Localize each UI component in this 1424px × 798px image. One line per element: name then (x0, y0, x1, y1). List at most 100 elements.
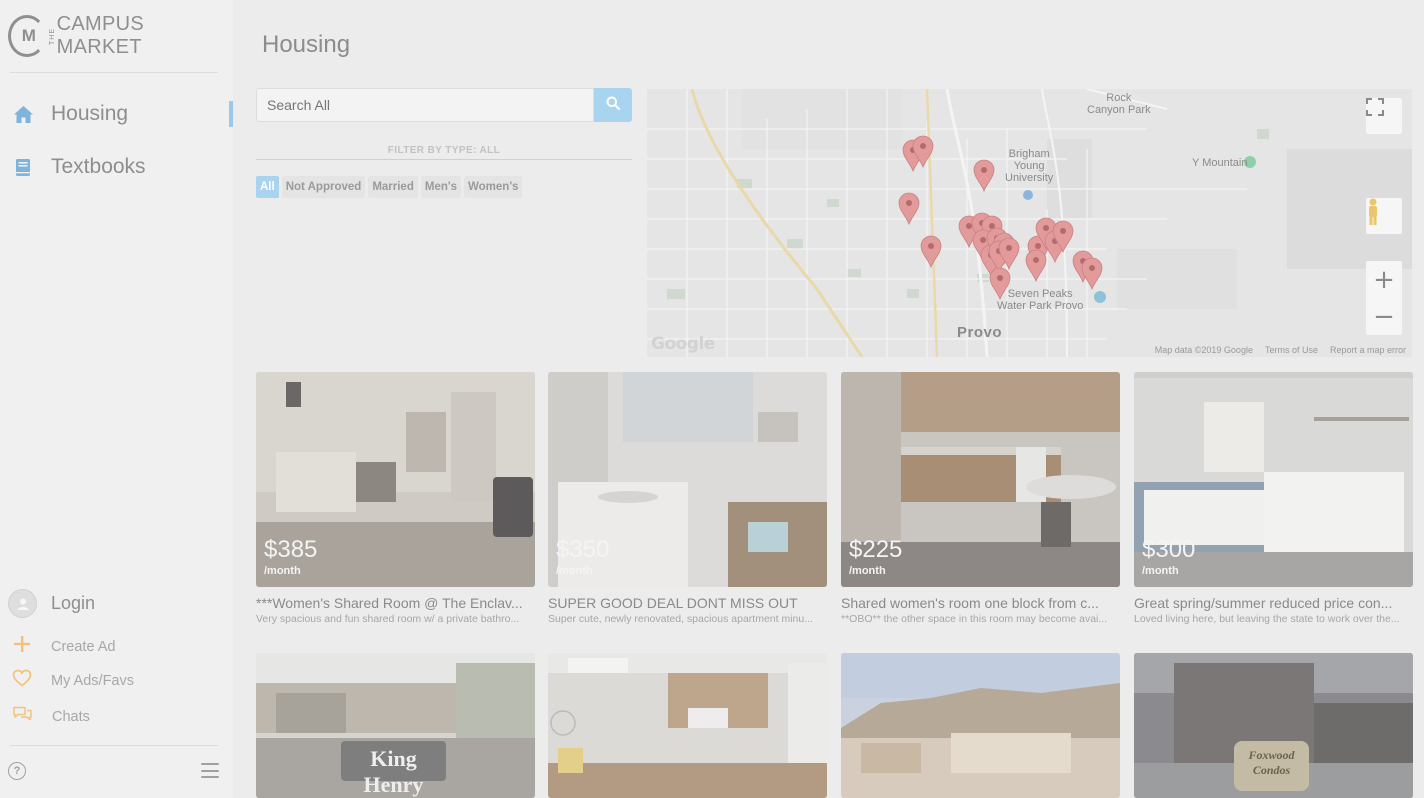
king-henry-sign: King Henry (363, 746, 424, 797)
campus-market-logo[interactable]: M THE CAMPUS MARKET (8, 13, 233, 58)
listing-title[interactable]: ***Women's Shared Room @ The Enclav... (256, 595, 535, 611)
filter-buttons: All Not Approved Married Men's Women's (256, 176, 523, 198)
listing-price: $225 (849, 536, 903, 563)
zoom-out-button[interactable]: − (1366, 298, 1402, 335)
listing-card-photo[interactable]: Foxwood Condos (1134, 653, 1413, 798)
my-ads-favs-link[interactable]: My Ads/Favs (12, 669, 134, 692)
search-input[interactable] (256, 88, 594, 122)
filter-label: FILTER BY TYPE: ALL (387, 145, 501, 156)
listings-map[interactable]: Rock Canyon Park Brigham Young Universit… (647, 89, 1412, 357)
map-label-y-mountain: Y Mountain (1192, 157, 1248, 169)
listing-price: $350 (556, 536, 610, 563)
map-footer: Map data ©2019 Google Terms of Use Repor… (1155, 345, 1406, 355)
plus-icon (12, 634, 32, 659)
foxwood-condos-sign: Foxwood Condos (1248, 748, 1295, 777)
listing-card[interactable]: $300 /month Great spring/summer reduced … (1134, 372, 1413, 625)
fullscreen-button[interactable] (1366, 98, 1402, 134)
listing-card[interactable]: $225 /month Shared women's room one bloc… (841, 372, 1120, 625)
listing-card-photo[interactable] (841, 653, 1120, 798)
help-icon[interactable]: ? (8, 762, 26, 780)
street-view-pegman[interactable] (1366, 198, 1402, 234)
map-label-rock-canyon: Rock Canyon Park (1087, 92, 1151, 116)
sidebar-item-textbooks[interactable]: Textbooks (0, 147, 233, 187)
sidebar-divider (10, 72, 218, 73)
listing-description: Very spacious and fun shared room w/ a p… (256, 613, 520, 625)
sidebar-item-housing[interactable]: Housing (0, 94, 233, 134)
avatar-icon (8, 589, 37, 618)
sidebar-item-label: Housing (51, 102, 129, 125)
listing-card[interactable]: $350 /month SUPER GOOD DEAL DONT MISS OU… (548, 372, 827, 625)
listing-period: /month (556, 565, 593, 577)
map-marker-dot (980, 237, 986, 243)
login-button[interactable]: Login (8, 589, 95, 618)
create-ad-link[interactable]: Create Ad (12, 634, 116, 659)
map-marker-dot (906, 200, 912, 206)
listing-photo[interactable]: $350 /month (548, 372, 827, 587)
listing-price: $385 (264, 536, 318, 563)
report-map-error-link[interactable]: Report a map error (1330, 345, 1406, 355)
listing-card-photo[interactable]: King Henry (256, 653, 535, 798)
map-data-credit: Map data ©2019 Google (1154, 345, 1253, 355)
search-icon (606, 96, 621, 115)
home-icon (12, 103, 34, 125)
sidebar: M THE CAMPUS MARKET Housing Textbooks Lo… (0, 0, 233, 798)
login-label: Login (51, 593, 96, 613)
hamburger-menu-icon[interactable] (201, 763, 219, 778)
filter-married-button[interactable]: Married (368, 176, 418, 198)
map-marker-dot (1035, 243, 1041, 249)
listing-description: Super cute, newly renovated, spacious ap… (548, 613, 813, 625)
listing-description: **OBO** the other space in this room may… (841, 613, 1108, 625)
sidebar-divider (10, 745, 218, 746)
map-canvas (647, 89, 1412, 357)
map-marker-dot (928, 243, 934, 249)
listing-title[interactable]: SUPER GOOD DEAL DONT MISS OUT (548, 595, 827, 611)
map-marker-dot (997, 275, 1003, 281)
filter-divider (256, 159, 632, 160)
terms-of-use-link[interactable]: Terms of Use (1265, 345, 1318, 355)
my-ads-favs-label: My Ads/Favs (51, 672, 134, 689)
map-marker-dot (1089, 265, 1095, 271)
heart-icon (12, 669, 32, 692)
listing-period: /month (849, 565, 886, 577)
create-ad-label: Create Ad (51, 638, 116, 655)
map-label-seven-peaks: Seven Peaks Water Park Provo (997, 288, 1084, 312)
listing-title[interactable]: Great spring/summer reduced price con... (1134, 595, 1413, 611)
listing-period: /month (264, 565, 301, 577)
listing-price: $300 (1142, 536, 1196, 563)
listing-title[interactable]: Shared women's room one block from c... (841, 595, 1120, 611)
logo-mark: M (8, 15, 46, 57)
map-marker-dot (1043, 225, 1049, 231)
map-marker-dot (1060, 228, 1066, 234)
listing-card[interactable]: $385 /month ***Women's Shared Room @ The… (256, 372, 535, 625)
chats-link[interactable]: Chats (12, 705, 90, 728)
filter-mens-button[interactable]: Men's (420, 176, 461, 198)
listing-photo[interactable]: $385 /month (256, 372, 535, 587)
sidebar-item-label: Textbooks (51, 155, 146, 178)
listing-photo[interactable]: $225 /month (841, 372, 1120, 587)
map-marker-dot (1006, 245, 1012, 251)
listing-card-photo[interactable] (548, 653, 827, 798)
listing-description: Loved living here, but leaving the state… (1134, 613, 1400, 625)
filter-all-button[interactable]: All (256, 176, 279, 198)
map-label-provo: Provo (957, 324, 1003, 341)
map-marker-dot (981, 167, 987, 173)
book-icon (12, 156, 34, 178)
map-marker-dot (966, 223, 972, 229)
map-label-byu: Brigham Young University (1005, 148, 1054, 184)
search-button[interactable] (594, 88, 632, 122)
chat-icon (12, 705, 33, 728)
listing-photo[interactable]: $300 /month (1134, 372, 1413, 587)
filter-not-approved-button[interactable]: Not Approved (281, 176, 366, 198)
map-marker-dot (920, 143, 926, 149)
zoom-controls: + − (1366, 261, 1402, 335)
logo-the-text: THE (48, 27, 56, 45)
page-title: Housing (262, 31, 351, 58)
filter-womens-button[interactable]: Women's (464, 176, 523, 198)
map-marker-dot (1033, 257, 1039, 263)
logo-name: CAMPUS MARKET (56, 13, 145, 58)
listing-period: /month (1142, 565, 1179, 577)
zoom-in-button[interactable]: + (1366, 261, 1402, 298)
google-logo: Google (651, 334, 715, 354)
active-indicator (229, 101, 233, 127)
chats-label: Chats (52, 708, 90, 725)
